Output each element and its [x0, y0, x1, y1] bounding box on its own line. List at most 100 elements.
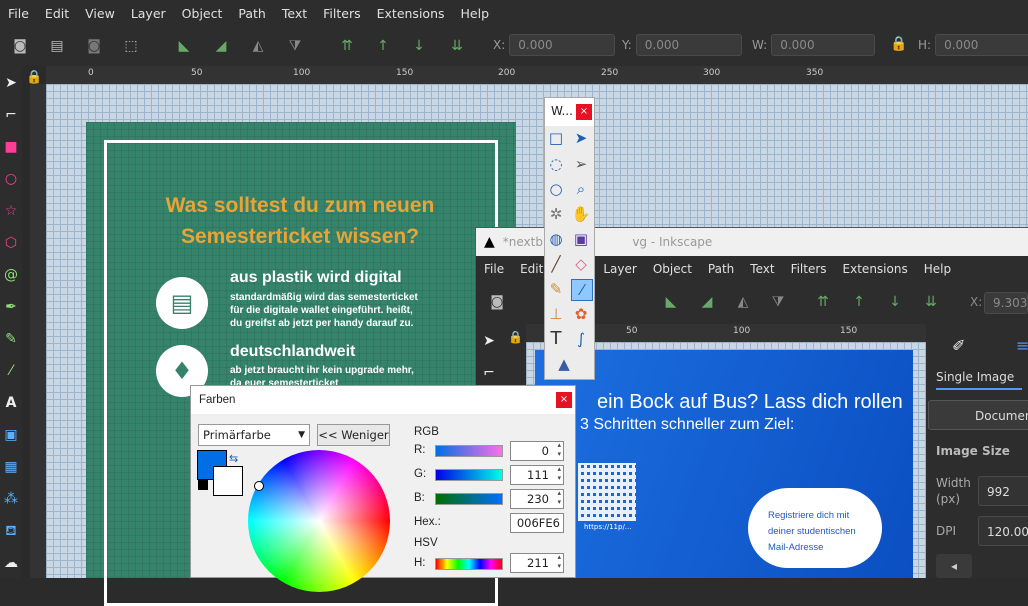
ellipse-tool-icon[interactable]: ○	[2, 170, 20, 188]
ft-hand-icon[interactable]: ✋	[571, 204, 591, 224]
w2-lower-icon[interactable]: ↓	[886, 293, 904, 311]
w2-menu-path[interactable]: Path	[700, 262, 742, 276]
menu-text[interactable]: Text	[274, 6, 315, 21]
ft-pencil-icon[interactable]: ✎	[546, 279, 566, 299]
floating-toolbox-header[interactable]: W... ×	[545, 98, 594, 126]
rotate-cw-icon[interactable]: ◢	[212, 37, 230, 55]
lower-icon[interactable]: ↓	[410, 37, 428, 55]
rectangle-tool-icon[interactable]: ■	[2, 138, 20, 156]
secondary-color-swatch[interactable]	[213, 466, 243, 496]
color-wheel-picker[interactable]	[254, 481, 264, 491]
w2-lower-bottom-icon[interactable]: ⇊	[922, 293, 940, 311]
menu-object[interactable]: Object	[174, 6, 231, 21]
menu-file[interactable]: File	[0, 6, 37, 21]
menu-view[interactable]: View	[77, 6, 123, 21]
tab-single-image[interactable]: Single Image	[936, 370, 1022, 390]
w2-rotate-cw-icon[interactable]: ◢	[698, 293, 716, 311]
document-button[interactable]: Document	[928, 400, 1028, 430]
menu-filters[interactable]: Filters	[315, 6, 368, 21]
tweak-tool-icon[interactable]: ☁	[2, 554, 20, 572]
mesh-tool-icon[interactable]: ▦	[2, 458, 20, 476]
ft-eraser-icon[interactable]: ◇	[571, 254, 591, 274]
ft-path-icon[interactable]: ∫	[571, 329, 591, 349]
dropper-tool-icon[interactable]: ⁂	[2, 490, 20, 508]
ft-text-icon[interactable]: T	[546, 329, 566, 349]
ft-stamp-icon[interactable]: ⊥	[546, 304, 566, 324]
layers-icon[interactable]: ≡	[1016, 336, 1028, 355]
w2-node-tool-icon[interactable]: ⌐	[480, 364, 498, 382]
flip-horizontal-icon[interactable]: ◭	[249, 37, 267, 55]
g-slider[interactable]	[435, 469, 503, 481]
b-input[interactable]: 230	[510, 489, 564, 509]
h-input[interactable]: 211	[510, 553, 564, 573]
raise-to-top-icon[interactable]: ⇈	[338, 37, 356, 55]
w2-flip-h-icon[interactable]: ◭	[734, 293, 752, 311]
lower-to-bottom-icon[interactable]: ⇊	[448, 37, 466, 55]
w2-menu-file[interactable]: File	[476, 262, 512, 276]
color-mode-select[interactable]: Primärfarbe ▼	[198, 424, 310, 446]
flip-vertical-icon[interactable]: ⧩	[286, 37, 304, 55]
ft-magic-wand-icon[interactable]: ✲	[546, 204, 566, 224]
less-button[interactable]: << Weniger	[317, 424, 390, 446]
y-input[interactable]: 0.000	[635, 34, 742, 56]
color-dialog-titlebar[interactable]: Farben ×	[191, 386, 575, 414]
menu-help[interactable]: Help	[453, 6, 498, 21]
paint-bucket-tool-icon[interactable]: ⛾	[2, 522, 20, 540]
w2-rotate-ccw-icon[interactable]: ◣	[662, 293, 680, 311]
pencil-tool-icon[interactable]: ✎	[2, 330, 20, 348]
lock-ratio-icon[interactable]: 🔒	[890, 36, 907, 52]
deselect-icon[interactable]: ⬚	[122, 37, 140, 55]
x-input[interactable]: 0.000	[509, 34, 616, 56]
ft-node-pointer-icon[interactable]: ➢	[571, 154, 591, 174]
ft-zoom-icon[interactable]: ⌕	[571, 179, 591, 199]
w2-select-all-icon[interactable]: ◙	[488, 293, 506, 311]
swap-colors-icon[interactable]: ⇆	[229, 452, 238, 465]
g-input[interactable]: 111	[510, 465, 564, 485]
h-slider[interactable]	[435, 558, 503, 570]
text-tool-icon[interactable]: A	[2, 394, 20, 412]
menu-layer[interactable]: Layer	[123, 6, 174, 21]
default-colors-icon[interactable]	[198, 480, 208, 490]
ft-pointer-icon[interactable]: ➤	[571, 128, 591, 148]
dpi-decrease-icon[interactable]: ◂	[936, 554, 972, 578]
spiral-tool-icon[interactable]: @	[2, 266, 20, 284]
select-all-icon[interactable]: ◙	[11, 37, 29, 55]
ft-lasso-icon[interactable]: ◌	[546, 154, 566, 174]
dpi-input[interactable]: 120.00	[978, 516, 1028, 546]
box3d-tool-icon[interactable]: ⬡	[2, 234, 20, 252]
w2-guide-lock-icon[interactable]: 🔒	[508, 330, 523, 344]
w2-menu-object[interactable]: Object	[645, 262, 700, 276]
w2-selector-tool-icon[interactable]: ➤	[480, 332, 498, 350]
pen-tool-icon[interactable]: ✒	[2, 298, 20, 316]
w2-menu-help[interactable]: Help	[916, 262, 959, 276]
ft-brush-icon[interactable]: ╱	[546, 254, 566, 274]
select-all-layers-icon[interactable]: ▤	[48, 37, 66, 55]
r-slider[interactable]	[435, 445, 503, 457]
color-dialog-close-icon[interactable]: ×	[556, 392, 572, 408]
floating-toolbox-close-icon[interactable]: ×	[576, 104, 592, 120]
guide-lock-icon[interactable]: 🔒	[26, 70, 42, 85]
ft-fill-icon[interactable]: ◍	[546, 229, 566, 249]
node-tool-icon[interactable]: ⌐	[2, 106, 20, 124]
w2-raise-top-icon[interactable]: ⇈	[814, 293, 832, 311]
w2-menu-extensions[interactable]: Extensions	[835, 262, 916, 276]
w2-menu-layer[interactable]: Layer	[595, 262, 644, 276]
h-input[interactable]: 0.000	[935, 34, 1028, 56]
ft-ellipse-icon[interactable]: ○	[546, 179, 566, 199]
w2-menu-filters[interactable]: Filters	[783, 262, 835, 276]
w-input[interactable]: 0.000	[771, 34, 876, 56]
r-input[interactable]: 0	[510, 441, 564, 461]
rotate-ccw-icon[interactable]: ◣	[175, 37, 193, 55]
hex-input[interactable]: 006FE6	[510, 513, 564, 533]
menu-edit[interactable]: Edit	[37, 6, 77, 21]
ft-shapes-icon[interactable]: ▲	[554, 354, 574, 374]
ft-eyedropper-icon[interactable]: ⁄	[571, 279, 593, 301]
b-slider[interactable]	[435, 493, 503, 505]
menu-extensions[interactable]: Extensions	[369, 6, 453, 21]
selector-tool-icon[interactable]: ➤	[2, 74, 20, 92]
w2-x-input[interactable]: 9.303	[984, 292, 1028, 314]
raise-icon[interactable]: ↑	[374, 37, 392, 55]
calligraphy-tool-icon[interactable]: ⁄	[2, 362, 20, 380]
ft-heal-icon[interactable]: ✿	[571, 304, 591, 324]
export-pen-icon[interactable]: ✐	[952, 336, 965, 355]
